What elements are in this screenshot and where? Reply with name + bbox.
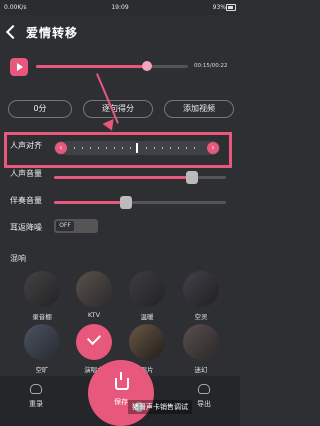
export-icon: [198, 384, 210, 394]
score-tab[interactable]: 0分: [8, 100, 72, 118]
scale-tick: [106, 147, 107, 149]
reverb-ktv[interactable]: [76, 271, 112, 307]
scale-center-marker: [136, 143, 138, 153]
scale-tick: [114, 147, 115, 149]
reverb-warm-label: 温暖: [140, 313, 154, 321]
accompaniment-volume-slider[interactable]: [54, 196, 226, 209]
play-button[interactable]: [10, 58, 28, 76]
reverb-spacious[interactable]: [24, 324, 60, 360]
check-icon: [86, 330, 102, 346]
playback-progress-knob[interactable]: [141, 61, 152, 71]
tab-row: 0分 逐句得分 添加视频: [0, 100, 240, 120]
align-right-button[interactable]: ›: [207, 142, 219, 154]
save-icon: [115, 372, 129, 390]
accompaniment-volume-label: 伴奏音量: [10, 196, 42, 205]
battery-percent: 93%: [212, 4, 226, 11]
reverb-record[interactable]: [129, 324, 165, 360]
scale-tick: [154, 147, 155, 149]
reverb-ethereal-label: 空灵: [194, 313, 208, 321]
accompaniment-volume-fill: [54, 201, 127, 204]
reverb-psychedelic-label: 迷幻: [194, 366, 208, 374]
scale-tick: [162, 147, 163, 149]
vocal-alignment-scale[interactable]: ‹ ›: [54, 141, 220, 155]
page-title: 爱情转移: [26, 26, 79, 40]
playback-time: 00:15/00:22: [194, 63, 228, 69]
add-video-tab[interactable]: 添加视频: [164, 100, 234, 118]
playback-progress-track[interactable]: [36, 61, 188, 71]
vocal-volume-thumb[interactable]: [185, 171, 198, 184]
scale-tick: [146, 147, 147, 149]
scale-tick: [194, 147, 195, 149]
battery-icon: [226, 4, 236, 11]
rerecord-icon: [30, 384, 42, 394]
scale-tick: [82, 147, 83, 149]
playback-progress-fill: [36, 65, 147, 68]
scale-tick: [122, 147, 123, 149]
reverb-psychedelic[interactable]: [183, 324, 219, 360]
playback-row: 00:15/00:22: [0, 54, 240, 82]
save-button[interactable]: 保存: [88, 360, 154, 426]
scale-tick: [98, 147, 99, 149]
reverb-ethereal[interactable]: [183, 271, 219, 307]
vocal-alignment-label: 人声对齐: [10, 141, 42, 150]
scale-tick: [130, 147, 131, 149]
accompaniment-volume-thumb[interactable]: [120, 196, 133, 209]
watermark-text: 猪哥声卡销售调试: [128, 400, 192, 414]
reverb-studio-label: 录音棚: [32, 313, 52, 321]
noise-reduction-label: 耳返降噪: [10, 223, 42, 232]
scale-tick: [186, 147, 187, 149]
toggle-off-label: OFF: [56, 221, 74, 231]
scale-tick: [178, 147, 179, 149]
reverb-section-title: 混响: [10, 254, 26, 263]
scale-tick: [74, 147, 75, 149]
vocal-volume-fill: [54, 176, 192, 179]
reverb-warm[interactable]: [129, 271, 165, 307]
vocal-volume-label: 人声音量: [10, 169, 42, 178]
line-score-tab[interactable]: 逐句得分: [83, 100, 153, 118]
scale-tick: [170, 147, 171, 149]
rerecord-label: 重录: [29, 400, 43, 408]
back-icon[interactable]: [5, 24, 21, 40]
rerecord-button[interactable]: 重录: [12, 384, 60, 409]
reverb-ktv-label: KTV: [87, 311, 101, 319]
align-left-button[interactable]: ‹: [55, 142, 67, 154]
export-label: 导出: [197, 400, 211, 408]
scale-tick: [90, 147, 91, 149]
reverb-studio[interactable]: [24, 271, 60, 307]
reverb-concert-selected[interactable]: [76, 324, 112, 360]
reverb-spacious-label: 空旷: [35, 366, 49, 374]
noise-reduction-toggle[interactable]: OFF: [54, 219, 98, 233]
clock: 19:09: [111, 4, 129, 11]
vocal-volume-slider[interactable]: [54, 171, 226, 184]
header: 爱情转移: [0, 15, 240, 47]
status-bar: 0.00K/s 19:09 93%: [0, 0, 240, 15]
